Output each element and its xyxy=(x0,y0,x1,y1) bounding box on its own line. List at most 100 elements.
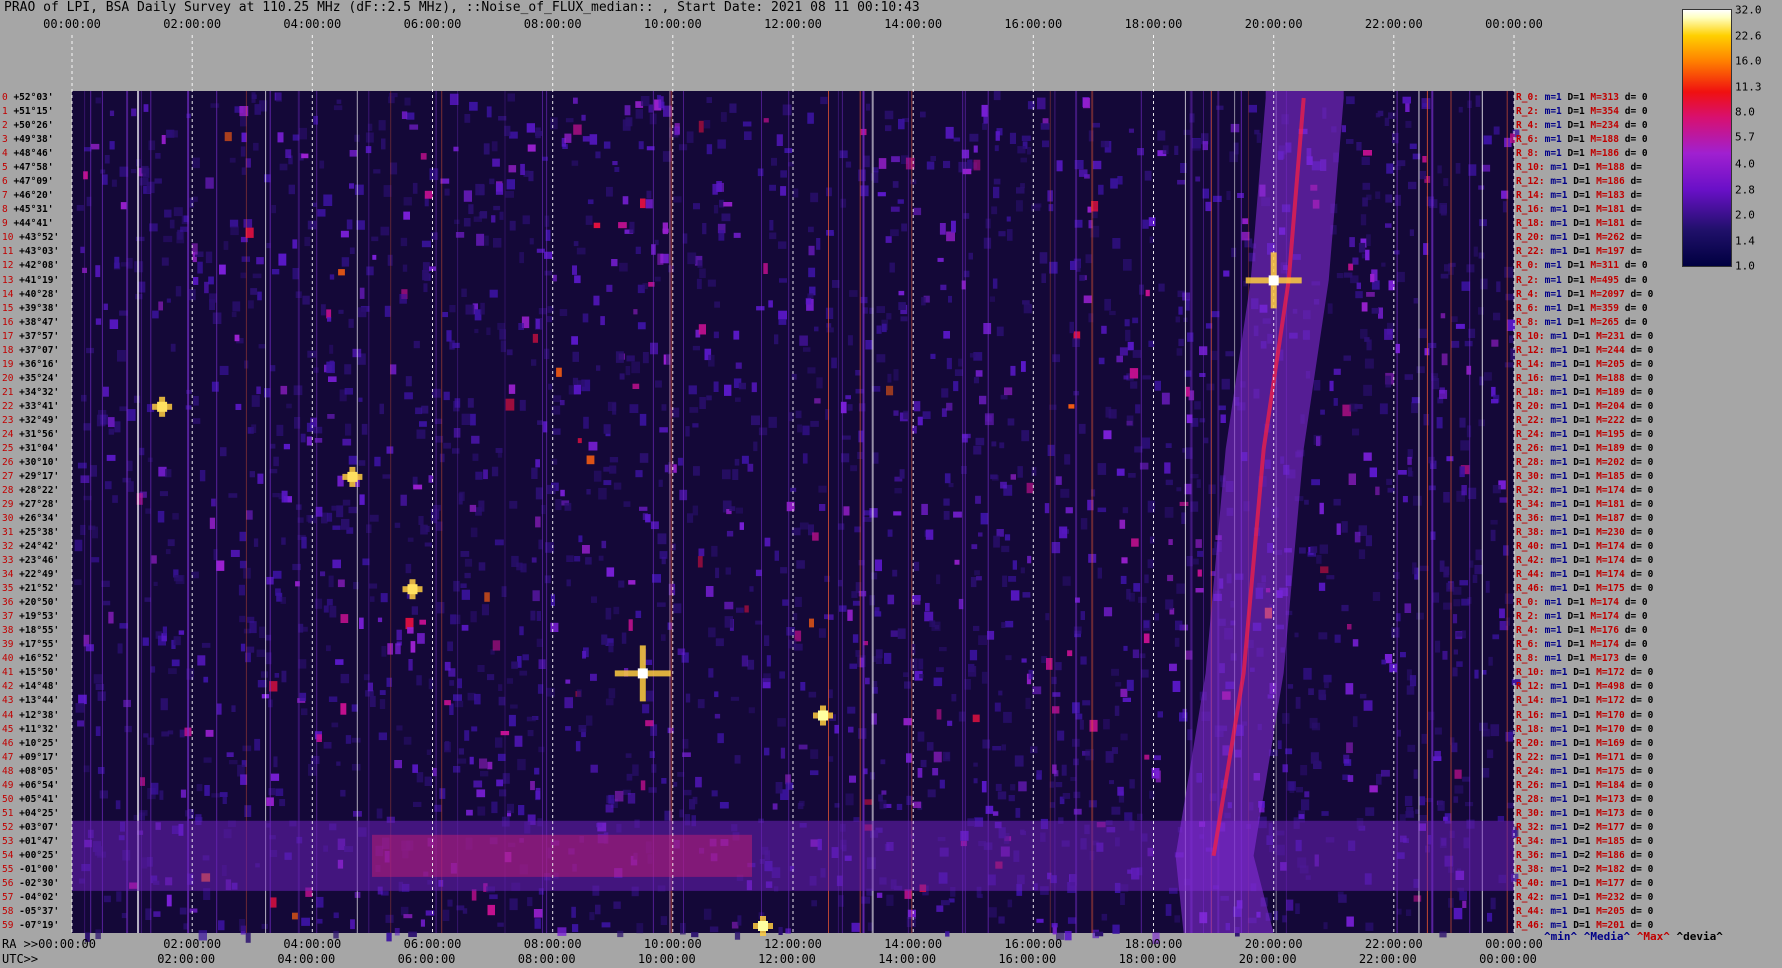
noise-cell xyxy=(709,926,719,933)
stats-m-field: M=262 xyxy=(1596,232,1631,244)
noise-cell xyxy=(673,781,678,787)
noise-cell xyxy=(157,510,165,523)
noise-cell xyxy=(1176,487,1182,492)
noise-cell xyxy=(252,273,262,279)
noise-cell xyxy=(1027,555,1032,564)
dec-index: 3 xyxy=(2,134,14,146)
noise-cell xyxy=(826,327,834,333)
noise-cell xyxy=(963,213,970,219)
noise-cell xyxy=(1346,96,1355,105)
noise-cell xyxy=(1061,764,1067,776)
noise-cell xyxy=(970,577,977,588)
stats-d-field: D=1 xyxy=(1573,793,1597,805)
colorbar xyxy=(1682,9,1732,267)
noise-cell xyxy=(226,752,234,757)
noise-cell xyxy=(142,637,149,646)
noise-cell xyxy=(1504,266,1513,278)
noise-cell xyxy=(1356,142,1362,151)
noise-cell xyxy=(843,506,850,516)
stats-row: R_20: m=1 D=1 M=204 d= 0 xyxy=(1516,401,1653,412)
noise-cell xyxy=(498,696,506,706)
noise-cell xyxy=(1145,289,1150,297)
dec-label: 6 +47°09' xyxy=(2,177,54,187)
noise-cell xyxy=(1231,247,1237,258)
noise-cell xyxy=(491,215,496,223)
utc-axis-label: UTC>> xyxy=(2,952,39,966)
stats-d-field: d= 0 xyxy=(1630,863,1654,875)
noise-cell xyxy=(341,518,350,530)
noise-cell xyxy=(348,455,358,465)
noise-cell xyxy=(421,405,429,414)
noise-cell xyxy=(164,209,172,218)
stats-r-field: R_28: xyxy=(1516,456,1551,468)
noise-cell xyxy=(1453,649,1458,655)
noise-cell xyxy=(535,130,542,136)
noise-cell xyxy=(738,382,746,390)
stats-r-field: R_34: xyxy=(1516,835,1551,847)
stats-m-field: M=265 xyxy=(1590,316,1625,328)
noise-cell xyxy=(1407,456,1412,465)
stats-m-field: M=173 xyxy=(1596,807,1631,819)
noise-cell xyxy=(724,384,732,396)
stats-m-field: m=1 xyxy=(1550,513,1574,524)
noise-cell xyxy=(1352,257,1359,265)
stats-d-field: d= xyxy=(1630,218,1642,230)
dec-value: +52°03' xyxy=(13,92,54,103)
stats-d-field: d= 0 xyxy=(1630,527,1654,538)
noise-cell xyxy=(1138,596,1147,603)
noise-cell xyxy=(1116,468,1125,476)
noise-cell xyxy=(1496,281,1501,293)
noise-cell xyxy=(936,709,942,720)
noise-cell xyxy=(897,628,906,639)
noise-cell xyxy=(1348,263,1354,271)
stats-m-field: M=188 xyxy=(1596,162,1631,174)
noise-cell xyxy=(847,609,853,621)
noise-cell xyxy=(800,682,806,691)
noise-cell xyxy=(1132,649,1140,659)
noise-cell xyxy=(85,644,94,652)
noise-cell xyxy=(913,401,921,412)
top-tick-label: 02:00:00 xyxy=(163,17,222,31)
dec-index: 12 xyxy=(2,260,20,272)
noise-cell xyxy=(261,923,268,929)
stats-row: R_20: m=1 D=1 M=169 d= 0 xyxy=(1516,738,1653,749)
noise-cell xyxy=(1121,557,1128,564)
noise-cell xyxy=(495,448,503,453)
colorbar-tick-label: 2.8 xyxy=(1735,183,1755,197)
noise-cell xyxy=(640,198,646,209)
stats-m-field: M=188 xyxy=(1590,134,1625,146)
stats-row: R_10: m=1 D=1 M=172 d= 0 xyxy=(1516,668,1653,678)
noise-cell xyxy=(687,252,697,265)
noise-cell xyxy=(404,392,413,400)
dec-index: 52 xyxy=(2,821,20,833)
noise-cell xyxy=(768,300,773,308)
noise-cell xyxy=(1443,816,1448,821)
noise-cell xyxy=(1175,316,1180,323)
dec-value: +28°22' xyxy=(19,484,60,496)
stats-d-field: d= 0 xyxy=(1630,344,1654,356)
noise-cell xyxy=(320,304,326,316)
noise-cell xyxy=(901,223,908,232)
noise-cell xyxy=(1355,291,1363,299)
noise-cell xyxy=(1079,274,1085,281)
stats-m-field: m=1 xyxy=(1550,779,1574,791)
noise-cell xyxy=(1185,299,1190,311)
noise-cell xyxy=(1385,375,1392,388)
noise-cell xyxy=(1413,895,1422,902)
noise-cell xyxy=(281,537,286,545)
noise-cell xyxy=(849,290,858,297)
stats-row: R_26: m=1 D=1 M=189 d= 0 xyxy=(1516,443,1653,454)
noise-cell xyxy=(917,768,923,778)
noise-cell xyxy=(582,545,590,554)
noise-cell xyxy=(716,181,722,192)
noise-cell xyxy=(536,611,541,621)
stats-m-field: m=1 xyxy=(1550,667,1574,679)
noise-cell xyxy=(340,789,346,797)
noise-cell xyxy=(1154,380,1161,391)
noise-cell xyxy=(878,158,887,169)
noise-cell xyxy=(774,334,779,345)
stats-m-field: m=1 xyxy=(1550,723,1574,735)
noise-cell xyxy=(496,779,504,787)
dec-label: 41 +15°50' xyxy=(2,668,59,678)
noise-cell xyxy=(906,753,913,763)
